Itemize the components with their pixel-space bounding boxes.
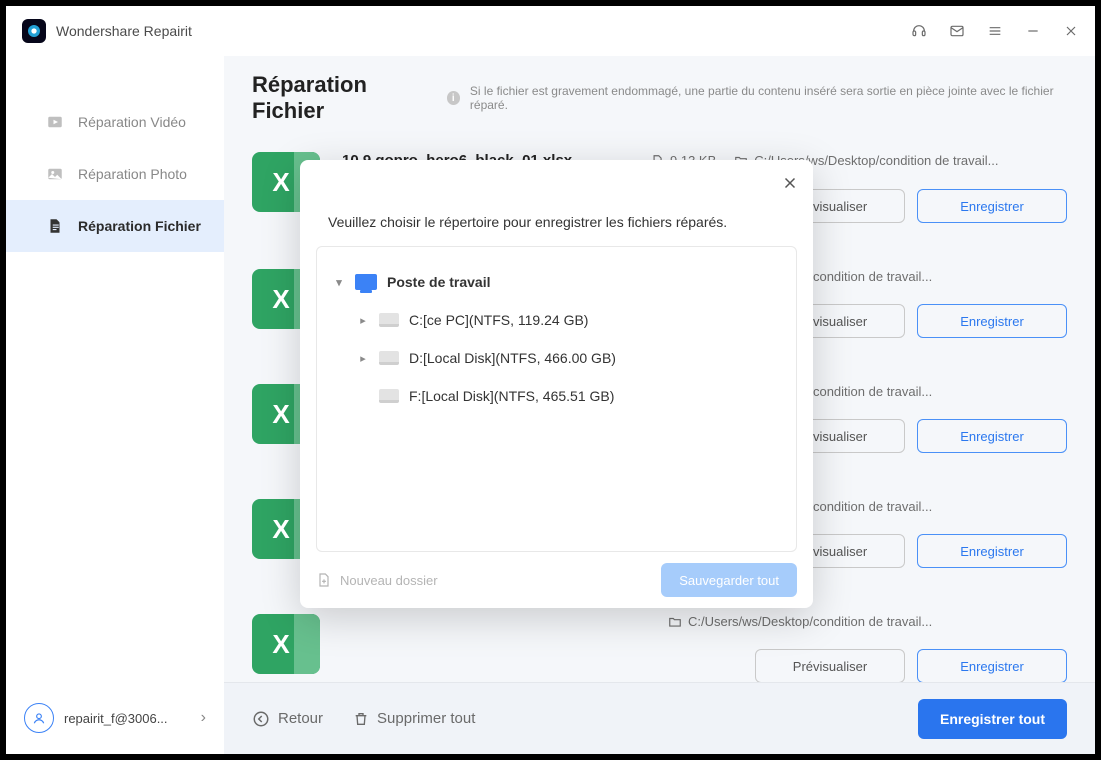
computer-icon — [355, 274, 377, 290]
modal-save-all-button[interactable]: Sauvegarder tout — [661, 563, 797, 597]
app-logo — [22, 19, 46, 43]
back-button[interactable]: Retour — [252, 710, 323, 728]
sidebar-item-video[interactable]: Réparation Vidéo — [6, 96, 224, 148]
tree-drive[interactable]: F:[Local Disk](NTFS, 465.51 GB) — [325, 377, 788, 415]
file-row: X C:/Users/ws/Desktop/condition de trava… — [252, 596, 1067, 682]
disk-icon — [379, 389, 399, 403]
new-folder-icon — [316, 572, 332, 588]
file-path: C:/Users/ws/Desktop/condition de travail… — [668, 614, 1067, 629]
sidebar: Réparation Vidéo Réparation Photo Répara… — [6, 56, 224, 754]
close-icon — [781, 174, 799, 192]
sidebar-item-file[interactable]: Réparation Fichier — [6, 200, 224, 252]
xlsx-icon: X — [252, 614, 320, 674]
new-folder-button[interactable]: Nouveau dossier — [316, 572, 438, 588]
chevron-right-icon: › — [201, 709, 206, 727]
app-title: Wondershare Repairit — [56, 23, 192, 39]
tree-drive[interactable]: ▸ D:[Local Disk](NTFS, 466.00 GB) — [325, 339, 788, 377]
modal-title: Veuillez choisir le répertoire pour enre… — [300, 160, 813, 246]
tree-root[interactable]: ▾ Poste de travail — [325, 263, 788, 301]
avatar-icon — [24, 703, 54, 733]
disk-icon — [379, 351, 399, 365]
close-icon[interactable] — [1063, 23, 1079, 39]
sidebar-item-photo[interactable]: Réparation Photo — [6, 148, 224, 200]
trash-icon — [353, 711, 369, 727]
sidebar-item-label: Réparation Fichier — [78, 218, 201, 234]
save-button[interactable]: Enregistrer — [917, 649, 1067, 682]
back-icon — [252, 710, 270, 728]
chevron-down-icon: ▾ — [333, 276, 345, 289]
delete-all-button[interactable]: Supprimer tout — [353, 710, 475, 727]
sidebar-item-label: Réparation Photo — [78, 166, 187, 182]
modal-close-button[interactable] — [781, 174, 799, 192]
user-name: repairit_f@3006... — [64, 711, 168, 726]
user-account[interactable]: repairit_f@3006... › — [6, 682, 224, 754]
page-subtitle: Si le fichier est gravement endommagé, u… — [470, 84, 1067, 112]
save-button[interactable]: Enregistrer — [917, 189, 1067, 223]
minimize-icon[interactable] — [1025, 23, 1041, 39]
bottom-bar: Retour Supprimer tout Enregistrer tout — [224, 682, 1095, 754]
folder-icon — [668, 615, 682, 629]
chevron-right-icon: ▸ — [357, 352, 369, 365]
save-button[interactable]: Enregistrer — [917, 534, 1067, 568]
titlebar: Wondershare Repairit — [6, 6, 1095, 56]
sidebar-item-label: Réparation Vidéo — [78, 114, 186, 130]
photo-icon — [46, 165, 64, 183]
menu-icon[interactable] — [987, 23, 1003, 39]
video-icon — [46, 113, 64, 131]
page-title: Réparation Fichier — [252, 72, 437, 124]
support-icon[interactable] — [911, 23, 927, 39]
info-icon[interactable]: i — [447, 91, 460, 105]
disk-icon — [379, 313, 399, 327]
save-all-button[interactable]: Enregistrer tout — [918, 699, 1067, 739]
save-button[interactable]: Enregistrer — [917, 419, 1067, 453]
file-icon — [46, 217, 64, 235]
chevron-right-icon: ▸ — [357, 314, 369, 327]
directory-tree: ▾ Poste de travail ▸ C:[ce PC](NTFS, 119… — [316, 246, 797, 552]
save-button[interactable]: Enregistrer — [917, 304, 1067, 338]
preview-button[interactable]: Prévisualiser — [755, 649, 905, 682]
mail-icon[interactable] — [949, 23, 965, 39]
tree-drive[interactable]: ▸ C:[ce PC](NTFS, 119.24 GB) — [325, 301, 788, 339]
save-directory-modal: Veuillez choisir le répertoire pour enre… — [300, 160, 813, 608]
